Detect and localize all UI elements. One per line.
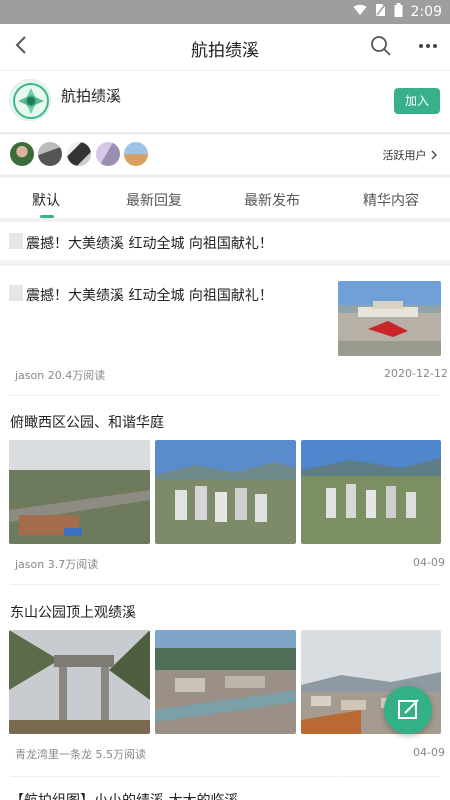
- post-meta: jason 3.7万阅读: [15, 558, 99, 571]
- status-bar: 2:09: [0, 0, 450, 24]
- post-marker: [9, 285, 23, 301]
- post-image[interactable]: [9, 440, 150, 544]
- more-icon[interactable]: [416, 34, 440, 58]
- active-tab-indicator: [40, 215, 54, 218]
- post-feed: 震撼！大美绩溪 红动全城 向祖国献礼！ jason 20.4万阅读 2020-1…: [0, 266, 450, 800]
- tab-default[interactable]: 默认: [32, 190, 60, 210]
- post-image[interactable]: [9, 630, 150, 734]
- post-date: 2020-12-12: [384, 367, 448, 380]
- watermark-url: www.xlhs.com: [303, 775, 375, 786]
- avatar[interactable]: [10, 142, 34, 166]
- post-card[interactable]: 【航拍组图】小小的绩溪 大大的临溪: [0, 778, 450, 800]
- watermark-text: 新绿资源网: [258, 752, 358, 776]
- post-date: 04-09: [413, 746, 445, 759]
- no-sim-icon: [375, 3, 386, 21]
- edit-icon: [384, 699, 432, 738]
- compose-button[interactable]: [384, 686, 432, 734]
- active-users-link[interactable]: 活跃用户: [383, 147, 439, 163]
- post-image[interactable]: [155, 440, 296, 544]
- pinned-post[interactable]: 震撼！大美绩溪 红动全城 向祖国献礼！: [0, 222, 450, 260]
- divider: [10, 584, 440, 585]
- post-image[interactable]: [301, 440, 441, 544]
- tab-featured[interactable]: 精华内容: [363, 190, 419, 210]
- search-icon[interactable]: [370, 35, 392, 57]
- app-bar: 航拍绩溪: [0, 24, 450, 70]
- post-title: 东山公园顶上观绩溪: [10, 605, 136, 621]
- group-logo: [9, 79, 51, 121]
- status-time: 2:09: [410, 4, 442, 20]
- post-title: 【航拍组图】小小的绩溪 大大的临溪: [10, 790, 238, 800]
- post-meta: 青龙湾里一条龙 5.5万阅读: [15, 748, 146, 761]
- tab-bar: 默认 最新回复 最新发布 精华内容: [0, 178, 450, 219]
- avatar[interactable]: [67, 142, 91, 166]
- post-card[interactable]: 东山公园顶上观绩溪 青龙湾里一条龙 5.5万阅读 04-09: [0, 586, 450, 777]
- avatar[interactable]: [38, 142, 62, 166]
- active-members-bar[interactable]: 活跃用户: [0, 133, 450, 174]
- tab-latest-post[interactable]: 最新发布: [244, 190, 300, 210]
- post-card[interactable]: 震撼！大美绩溪 红动全城 向祖国献礼！ jason 20.4万阅读 2020-1…: [0, 266, 450, 396]
- post-image[interactable]: [155, 630, 296, 734]
- avatar[interactable]: [96, 142, 120, 166]
- pinned-post-title: 震撼！大美绩溪 红动全城 向祖国献礼！: [26, 236, 273, 252]
- chevron-right-icon: [430, 149, 438, 162]
- post-title: 震撼！大美绩溪 红动全城 向祖国献礼！: [26, 288, 273, 304]
- pinned-marker: [9, 233, 23, 249]
- post-card[interactable]: 俯瞰西区公园、和谐华庭 jason 3.7万阅读 04-09: [0, 396, 450, 585]
- post-thumbnail[interactable]: [338, 281, 441, 356]
- tab-latest-reply[interactable]: 最新回复: [126, 190, 182, 210]
- post-title: 俯瞰西区公园、和谐华庭: [10, 415, 164, 431]
- divider: [10, 776, 440, 777]
- battery-icon: [394, 3, 403, 21]
- wifi-icon: [353, 4, 367, 20]
- post-meta: jason 20.4万阅读: [15, 369, 106, 382]
- group-header: 航拍绩溪 加入: [0, 70, 450, 132]
- avatar[interactable]: [124, 142, 148, 166]
- post-date: 04-09: [413, 556, 445, 569]
- active-users-label: 活跃用户: [382, 149, 427, 162]
- join-button[interactable]: 加入: [394, 88, 440, 114]
- group-name: 航拍绩溪: [61, 87, 122, 105]
